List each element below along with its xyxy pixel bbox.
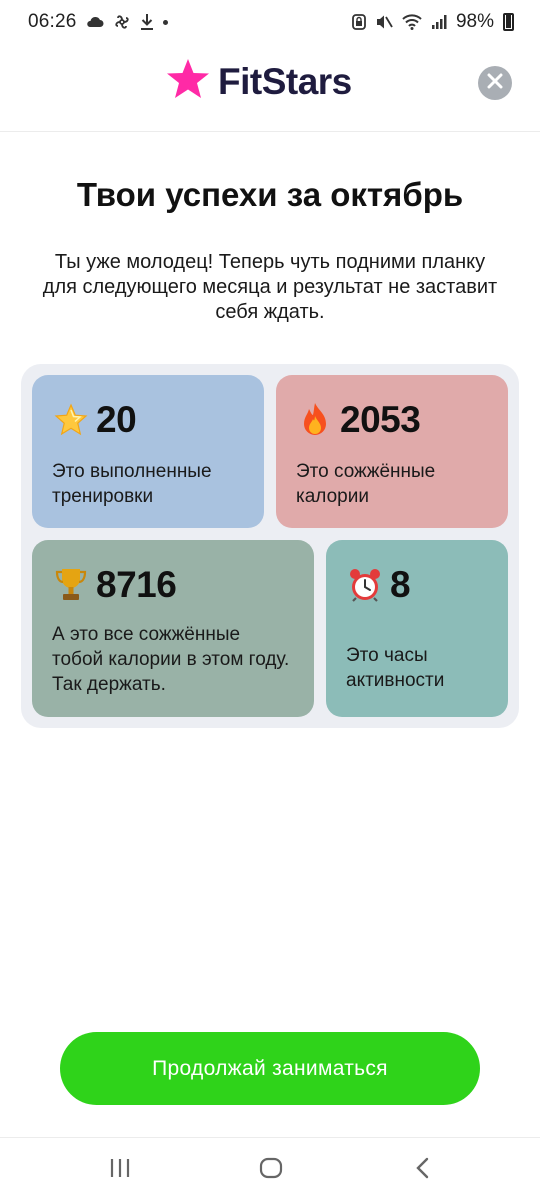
stat-value-calories: 2053 — [340, 399, 421, 440]
stat-label-workouts: Это выполненные тренировки — [52, 461, 212, 507]
cloud-icon — [86, 16, 104, 28]
home-button[interactable] — [251, 1154, 291, 1186]
status-right: 98% — [352, 11, 514, 33]
stats-panel: 20 Это выполненные тренировки 2053 Это с… — [21, 364, 519, 728]
app-header: FitStars — [0, 44, 540, 132]
lock-notification-icon — [352, 14, 366, 30]
signal-icon — [431, 14, 447, 30]
home-icon — [259, 1157, 283, 1184]
close-icon — [487, 73, 503, 94]
stat-value-year-calories: 8716 — [96, 564, 177, 605]
stat-card-workouts: 20 Это выполненные тренировки — [32, 375, 264, 528]
stat-head: 8716 — [52, 564, 294, 606]
fire-icon — [296, 401, 334, 439]
stat-head: 2053 — [296, 399, 488, 441]
stat-label-hours: Это часы активности — [346, 645, 445, 691]
stat-head: 20 — [52, 399, 244, 441]
stat-label-year-calories: А это все сожжённые тобой калории в этом… — [52, 624, 290, 695]
recents-icon — [109, 1157, 131, 1184]
stat-card-year-calories: 8716 А это все сожжённые тобой калории в… — [32, 540, 314, 717]
stat-value-hours: 8 — [390, 564, 411, 605]
logo-name: FitStars — [218, 60, 352, 102]
alarm-clock-icon — [346, 566, 384, 604]
pinwheel-icon — [113, 13, 131, 31]
page-title: Твои успехи за октябрь — [76, 176, 464, 213]
star-logo-icon — [166, 58, 210, 105]
close-button[interactable] — [478, 66, 512, 100]
notification-dot-icon — [162, 19, 168, 25]
status-left: 06:26 — [28, 11, 168, 33]
back-button[interactable] — [403, 1154, 443, 1186]
continue-training-button[interactable]: Продолжай заниматься — [60, 1032, 480, 1105]
stat-card-calories: 2053 Это сожжённые калории — [276, 375, 508, 528]
wifi-icon — [402, 14, 422, 30]
status-time: 06:26 — [28, 11, 77, 32]
fitstars-logo: FitStars — [166, 58, 352, 105]
page-subtitle: Ты уже молодец! Теперь чуть подними план… — [42, 251, 498, 323]
stat-card-hours: 8 Это часы активности — [326, 540, 508, 717]
system-nav-bar — [0, 1137, 540, 1200]
stat-head: 8 — [346, 564, 488, 606]
status-bar: 06:26 98% — [0, 0, 540, 44]
download-icon — [140, 13, 154, 31]
trophy-icon — [52, 566, 90, 604]
stat-label-calories: Это сожжённые калории — [296, 461, 436, 507]
mute-icon — [375, 14, 393, 30]
star-icon — [52, 401, 90, 439]
back-icon — [415, 1157, 431, 1184]
battery-icon — [503, 13, 514, 31]
stat-value-workouts: 20 — [96, 399, 137, 440]
battery-percent: 98% — [455, 11, 494, 32]
recents-button[interactable] — [100, 1154, 140, 1186]
